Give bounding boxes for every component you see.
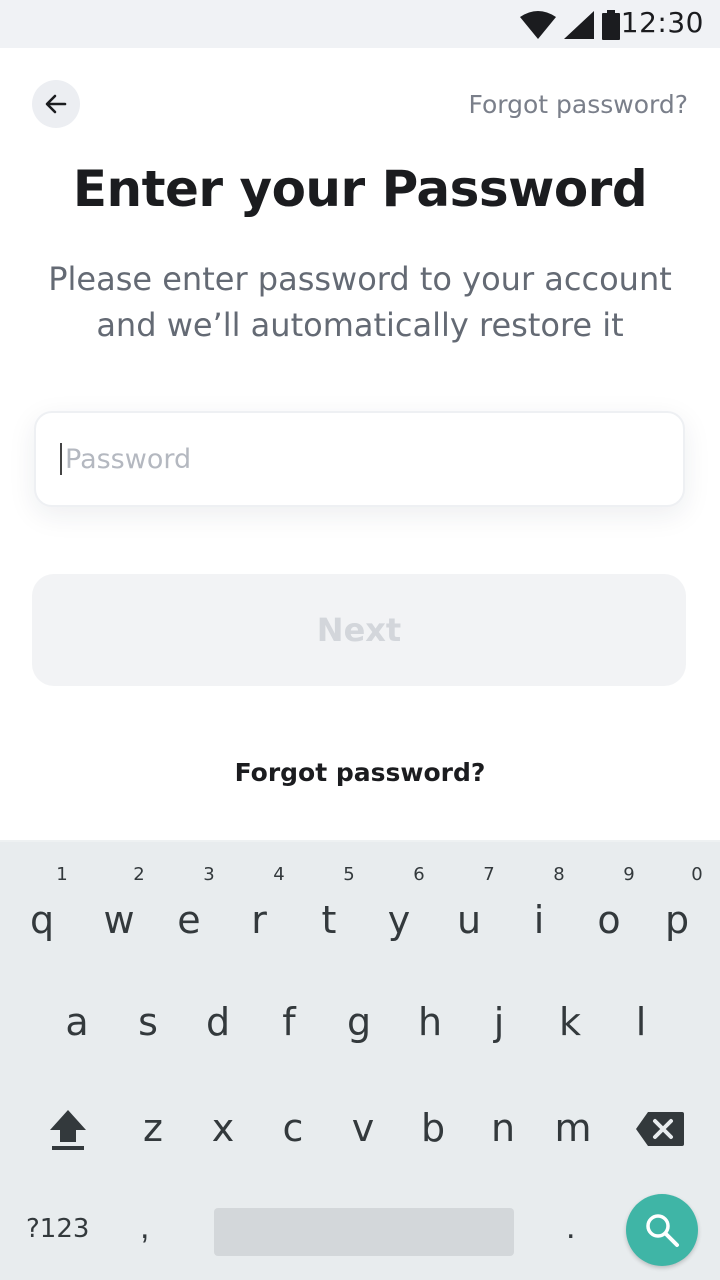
key-p[interactable]: 0p xyxy=(643,864,711,942)
key-hint: 3 xyxy=(203,864,215,885)
status-time: 12:30 xyxy=(620,6,704,39)
key-r[interactable]: 4r xyxy=(225,864,293,942)
key-g[interactable]: g xyxy=(325,1000,393,1044)
battery-icon xyxy=(602,10,620,40)
text-cursor xyxy=(60,443,62,475)
key-u[interactable]: 7u xyxy=(435,864,503,942)
key-y[interactable]: 6y xyxy=(365,864,433,942)
soft-keyboard: 1q2w3e4r5t6y7u8i9o0p asdfghjkl zxcvbnm ?… xyxy=(0,840,720,1280)
backspace-key[interactable] xyxy=(634,1110,686,1153)
key-label: w xyxy=(103,898,135,942)
key-hint: 7 xyxy=(483,864,495,885)
key-s[interactable]: s xyxy=(114,1000,182,1044)
key-t[interactable]: 5t xyxy=(295,864,363,942)
key-n[interactable]: n xyxy=(469,1106,537,1150)
key-a[interactable]: a xyxy=(43,1000,111,1044)
status-bar: 12:30 xyxy=(0,0,720,48)
shift-key[interactable] xyxy=(48,1108,88,1157)
key-z[interactable]: z xyxy=(119,1106,187,1150)
search-key[interactable] xyxy=(626,1194,698,1266)
key-c[interactable]: c xyxy=(259,1106,327,1150)
period-key[interactable]: . xyxy=(566,1208,575,1247)
password-input[interactable] xyxy=(65,443,625,475)
search-icon xyxy=(646,1214,679,1247)
page-subtitle: Please enter password to your account an… xyxy=(48,260,672,344)
key-label: q xyxy=(29,898,55,942)
back-arrow-icon xyxy=(45,94,67,114)
key-hint: 1 xyxy=(56,864,68,885)
key-label: p xyxy=(664,898,690,942)
key-x[interactable]: x xyxy=(189,1106,257,1150)
comma-key[interactable]: , xyxy=(140,1208,149,1247)
key-q[interactable]: 1q xyxy=(8,864,76,942)
key-label: i xyxy=(533,898,545,942)
key-label: y xyxy=(387,898,411,942)
next-button[interactable]: Next xyxy=(32,574,686,686)
key-hint: 4 xyxy=(273,864,285,885)
symbols-key[interactable]: ?123 xyxy=(26,1214,89,1244)
back-button[interactable] xyxy=(32,80,80,128)
key-f[interactable]: f xyxy=(255,1000,323,1044)
space-key[interactable] xyxy=(214,1208,514,1256)
signal-icon xyxy=(564,11,594,39)
key-label: u xyxy=(456,898,482,942)
key-hint: 2 xyxy=(133,864,145,885)
forgot-password-link-top[interactable]: Forgot password? xyxy=(469,90,689,119)
key-hint: 5 xyxy=(343,864,355,885)
forgot-password-link[interactable]: Forgot password? xyxy=(0,758,720,787)
key-label: o xyxy=(597,898,621,942)
key-label: e xyxy=(177,898,201,942)
key-hint: 6 xyxy=(413,864,425,885)
key-m[interactable]: m xyxy=(539,1106,607,1150)
password-field[interactable] xyxy=(34,411,685,507)
key-v[interactable]: v xyxy=(329,1106,397,1150)
key-hint: 9 xyxy=(623,864,635,885)
key-j[interactable]: j xyxy=(465,1000,533,1044)
key-label: r xyxy=(251,898,267,942)
backspace-icon xyxy=(636,1112,684,1146)
key-i[interactable]: 8i xyxy=(505,864,573,942)
shift-icon xyxy=(50,1110,86,1150)
key-hint: 0 xyxy=(691,864,703,885)
key-d[interactable]: d xyxy=(184,1000,252,1044)
key-b[interactable]: b xyxy=(399,1106,467,1150)
wifi-icon xyxy=(520,11,556,39)
key-h[interactable]: h xyxy=(396,1000,464,1044)
key-o[interactable]: 9o xyxy=(575,864,643,942)
status-icons xyxy=(520,10,620,40)
key-hint: 8 xyxy=(553,864,565,885)
key-k[interactable]: k xyxy=(536,1000,604,1044)
page-title: Enter your Password xyxy=(72,160,648,218)
key-w[interactable]: 2w xyxy=(85,864,153,942)
key-l[interactable]: l xyxy=(607,1000,675,1044)
key-e[interactable]: 3e xyxy=(155,864,223,942)
key-label: t xyxy=(321,898,337,942)
